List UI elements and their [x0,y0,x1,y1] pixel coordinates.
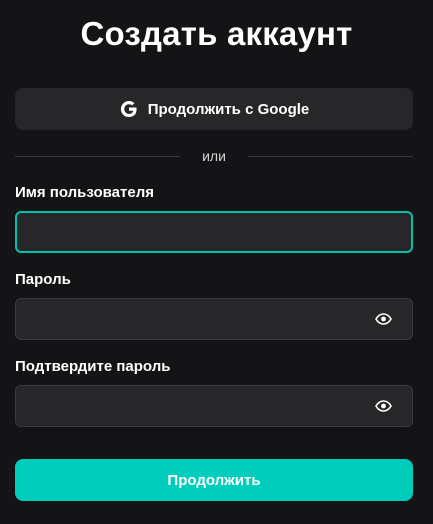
divider-line-right [247,155,413,157]
username-field-wrapper [15,211,413,253]
username-label: Имя пользователя [15,184,154,201]
continue-with-google-label: Продолжить с Google [147,100,310,118]
password-field-wrapper [15,298,413,340]
continue-button[interactable]: Продолжить [15,459,413,501]
show-password-eye-icon[interactable] [375,311,392,327]
divider-text: или [202,148,226,164]
signup-page: Создать аккаунт Продолжить с Google или … [0,0,433,524]
divider-line-left [15,155,181,157]
confirm-password-field-wrapper [15,385,413,427]
username-input[interactable] [17,213,411,251]
show-confirm-password-eye-icon[interactable] [375,398,392,414]
continue-button-label: Продолжить [167,471,261,489]
confirm-password-label: Подтвердите пароль [15,358,171,375]
page-title: Создать аккаунт [80,15,353,52]
password-label: Пароль [15,271,71,288]
continue-with-google-button[interactable]: Продолжить с Google [15,88,413,130]
password-input[interactable] [16,299,412,339]
or-divider: или [15,146,413,166]
confirm-password-input[interactable] [16,386,412,426]
google-g-icon [119,99,139,119]
